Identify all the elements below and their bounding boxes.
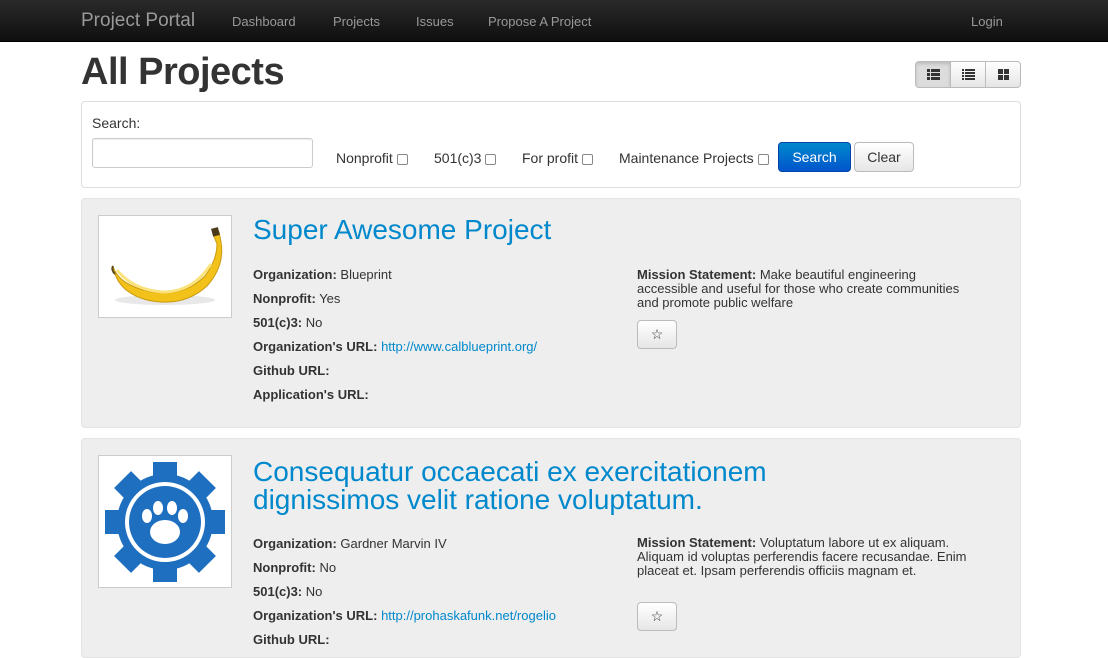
field-value: Gardner Marvin IV xyxy=(340,536,447,551)
mission-statement: Mission Statement: Make beautiful engine… xyxy=(637,268,972,310)
favorite-button[interactable]: ☆ xyxy=(637,602,677,631)
project-thumbnail[interactable] xyxy=(98,215,232,318)
project-thumbnail[interactable] xyxy=(98,455,232,588)
field-501c3: 501(c)3: No xyxy=(253,584,556,608)
filter-for-profit-checkbox[interactable] xyxy=(582,153,594,165)
field-org-url: Organization's URL: http://prohaskafunk.… xyxy=(253,608,556,632)
star-icon: ☆ xyxy=(650,326,664,342)
mission-statement: Mission Statement: Voluptatum labore ut … xyxy=(637,536,972,578)
page-title: All Projects xyxy=(81,51,285,93)
field-label: Nonprofit: xyxy=(253,291,316,306)
favorite-button[interactable]: ☆ xyxy=(637,320,677,349)
field-value: No xyxy=(319,560,337,575)
filter-nonprofit-checkbox[interactable] xyxy=(396,153,408,165)
brand-link[interactable]: Project Portal xyxy=(81,10,195,32)
project-card: Consequatur occaecati ex exercitationem … xyxy=(81,438,1021,658)
list-view-button[interactable] xyxy=(951,62,986,87)
details-list-icon xyxy=(926,69,940,80)
mission-label: Mission Statement: xyxy=(637,267,757,282)
field-github-url: Github URL: xyxy=(253,363,537,387)
clear-button[interactable]: Clear xyxy=(854,142,914,172)
filter-nonprofit-label: Nonprofit xyxy=(336,150,393,166)
filter-501c3-label: 501(c)3 xyxy=(434,150,482,166)
field-value: No xyxy=(305,315,323,330)
field-label: 501(c)3: xyxy=(253,584,303,599)
field-501c3: 501(c)3: No xyxy=(253,315,537,339)
field-label: Github URL: xyxy=(253,363,330,378)
field-app-url: Application's URL: xyxy=(253,387,537,411)
project-details: Organization: Blueprint Nonprofit: Yes 5… xyxy=(253,267,537,411)
filter-for-profit-label: For profit xyxy=(522,150,579,166)
field-label: Organization: xyxy=(253,267,337,282)
project-title-link[interactable]: Consequatur occaecati ex exercitationem … xyxy=(253,458,893,514)
field-github-url: Github URL: xyxy=(253,632,556,656)
nav-dashboard[interactable]: Dashboard xyxy=(232,14,296,29)
filter-maintenance-checkbox[interactable] xyxy=(757,153,769,165)
filter-maintenance[interactable]: Maintenance Projects xyxy=(619,150,769,166)
nav-login[interactable]: Login xyxy=(971,14,1003,29)
search-label: Search: xyxy=(92,115,141,131)
field-value: Yes xyxy=(319,291,341,306)
org-url-link[interactable]: http://www.calblueprint.org/ xyxy=(381,339,537,354)
grid-view-button[interactable] xyxy=(986,62,1020,87)
filter-nonprofit[interactable]: Nonprofit xyxy=(336,150,408,166)
field-label: Organization's URL: xyxy=(253,608,378,623)
field-label: Organization: xyxy=(253,536,337,551)
mission-label: Mission Statement: xyxy=(637,535,757,550)
project-title-link[interactable]: Super Awesome Project xyxy=(253,216,893,244)
field-nonprofit: Nonprofit: No xyxy=(253,560,556,584)
field-organization: Organization: Blueprint xyxy=(253,267,537,291)
grid-icon xyxy=(997,69,1009,80)
search-panel: Search: Nonprofit 501(c)3 For profit Mai… xyxy=(81,101,1021,188)
field-value: Blueprint xyxy=(340,267,392,282)
nav-issues[interactable]: Issues xyxy=(416,14,454,29)
search-button[interactable]: Search xyxy=(778,142,851,172)
field-organization: Organization: Gardner Marvin IV xyxy=(253,536,556,560)
details-view-button[interactable] xyxy=(916,62,951,87)
paw-gear-logo-image xyxy=(105,462,225,582)
field-label: 501(c)3: xyxy=(253,315,303,330)
banana-image xyxy=(111,227,223,305)
top-navbar: Project Portal Dashboard Projects Issues… xyxy=(0,0,1108,42)
filter-501c3-checkbox[interactable] xyxy=(485,153,497,165)
field-value: No xyxy=(305,584,323,599)
project-details: Organization: Gardner Marvin IV Nonprofi… xyxy=(253,536,556,656)
search-input[interactable] xyxy=(92,138,313,168)
project-card: Super Awesome Project Organization: Blue… xyxy=(81,198,1021,428)
filter-maintenance-label: Maintenance Projects xyxy=(619,150,754,166)
nav-projects[interactable]: Projects xyxy=(333,14,380,29)
nav-propose-project[interactable]: Propose A Project xyxy=(488,14,591,29)
field-label: Nonprofit: xyxy=(253,560,316,575)
star-icon: ☆ xyxy=(650,608,664,624)
field-label: Application's URL: xyxy=(253,387,369,402)
filter-501c3[interactable]: 501(c)3 xyxy=(434,150,497,166)
field-nonprofit: Nonprofit: Yes xyxy=(253,291,537,315)
field-label: Organization's URL: xyxy=(253,339,378,354)
field-org-url: Organization's URL: http://www.calbluepr… xyxy=(253,339,537,363)
field-label: Github URL: xyxy=(253,632,330,647)
org-url-link[interactable]: http://prohaskafunk.net/rogelio xyxy=(381,608,556,623)
view-toggle xyxy=(915,61,1021,88)
filter-for-profit[interactable]: For profit xyxy=(522,150,594,166)
list-icon xyxy=(961,69,975,80)
